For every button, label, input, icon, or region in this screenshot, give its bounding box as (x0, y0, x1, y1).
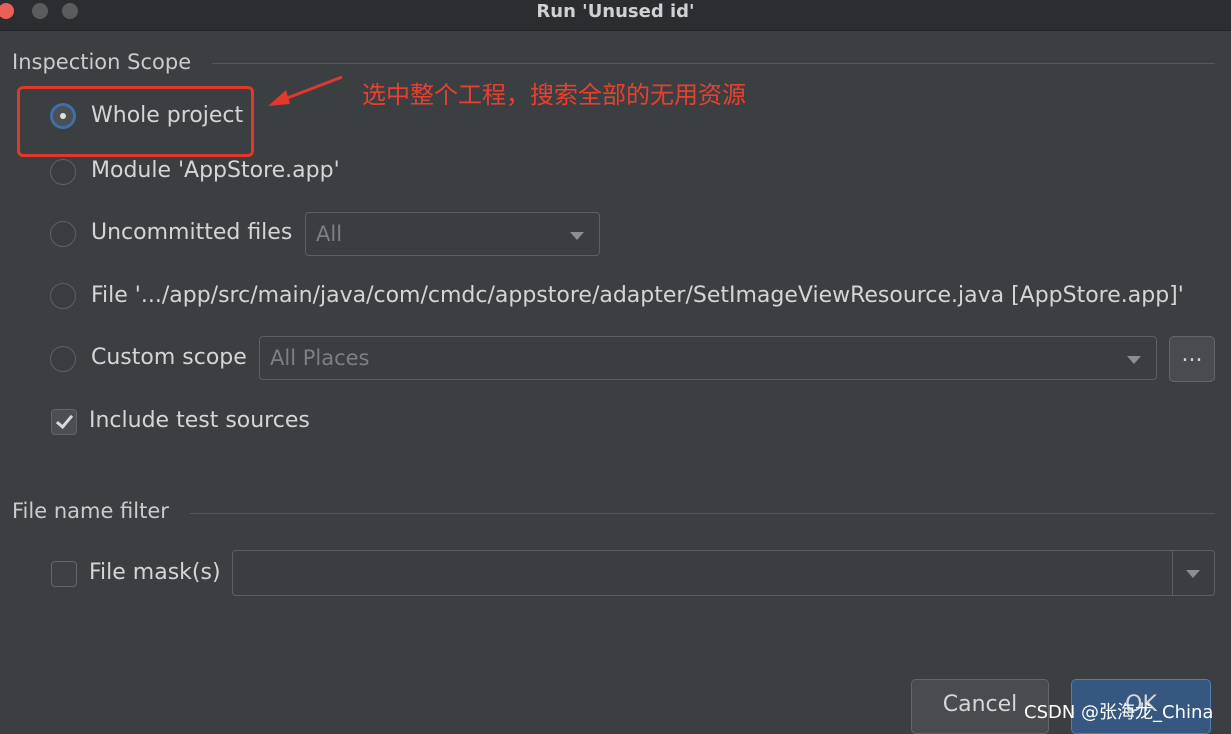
section-divider (190, 513, 1215, 514)
file-masks-input[interactable] (232, 550, 1215, 596)
chevron-down-icon (570, 232, 584, 240)
file-label[interactable]: File '.../app/src/main/java/com/cmdc/app… (91, 283, 1184, 308)
file-radio[interactable] (50, 283, 76, 309)
module-radio[interactable] (50, 159, 76, 185)
file-masks-label[interactable]: File mask(s) (89, 560, 221, 585)
section-divider (212, 63, 1215, 64)
uncommitted-files-label[interactable]: Uncommitted files (91, 220, 292, 245)
chevron-down-icon (1186, 570, 1200, 578)
include-test-sources-label[interactable]: Include test sources (89, 408, 310, 433)
custom-scope-dropdown[interactable]: All Places (259, 336, 1157, 380)
file-name-filter-heading: File name filter (12, 499, 169, 523)
uncommitted-files-value: All (316, 222, 343, 246)
uncommitted-files-dropdown[interactable]: All (305, 212, 600, 256)
annotation-arrow-icon (268, 75, 343, 106)
chevron-down-icon (1127, 356, 1141, 364)
watermark: CSDN @张海龙_China (1024, 702, 1214, 723)
annotation-highlight-box (17, 86, 254, 157)
include-test-sources-checkbox[interactable] (51, 409, 77, 435)
custom-scope-value: All Places (270, 346, 370, 370)
inspection-scope-heading: Inspection Scope (12, 50, 192, 74)
custom-scope-radio[interactable] (50, 346, 76, 372)
uncommitted-files-radio[interactable] (50, 221, 76, 247)
custom-scope-label[interactable]: Custom scope (91, 345, 247, 370)
file-masks-checkbox[interactable] (51, 561, 77, 587)
title-bar: Run 'Unused id' (0, 0, 1231, 31)
annotation-text: 选中整个工程，搜索全部的无用资源 (362, 81, 746, 109)
browse-scope-button[interactable]: ... (1169, 336, 1215, 382)
dropdown-divider (1172, 551, 1173, 595)
window-title: Run 'Unused id' (536, 1, 695, 22)
module-label[interactable]: Module 'AppStore.app' (91, 158, 340, 183)
